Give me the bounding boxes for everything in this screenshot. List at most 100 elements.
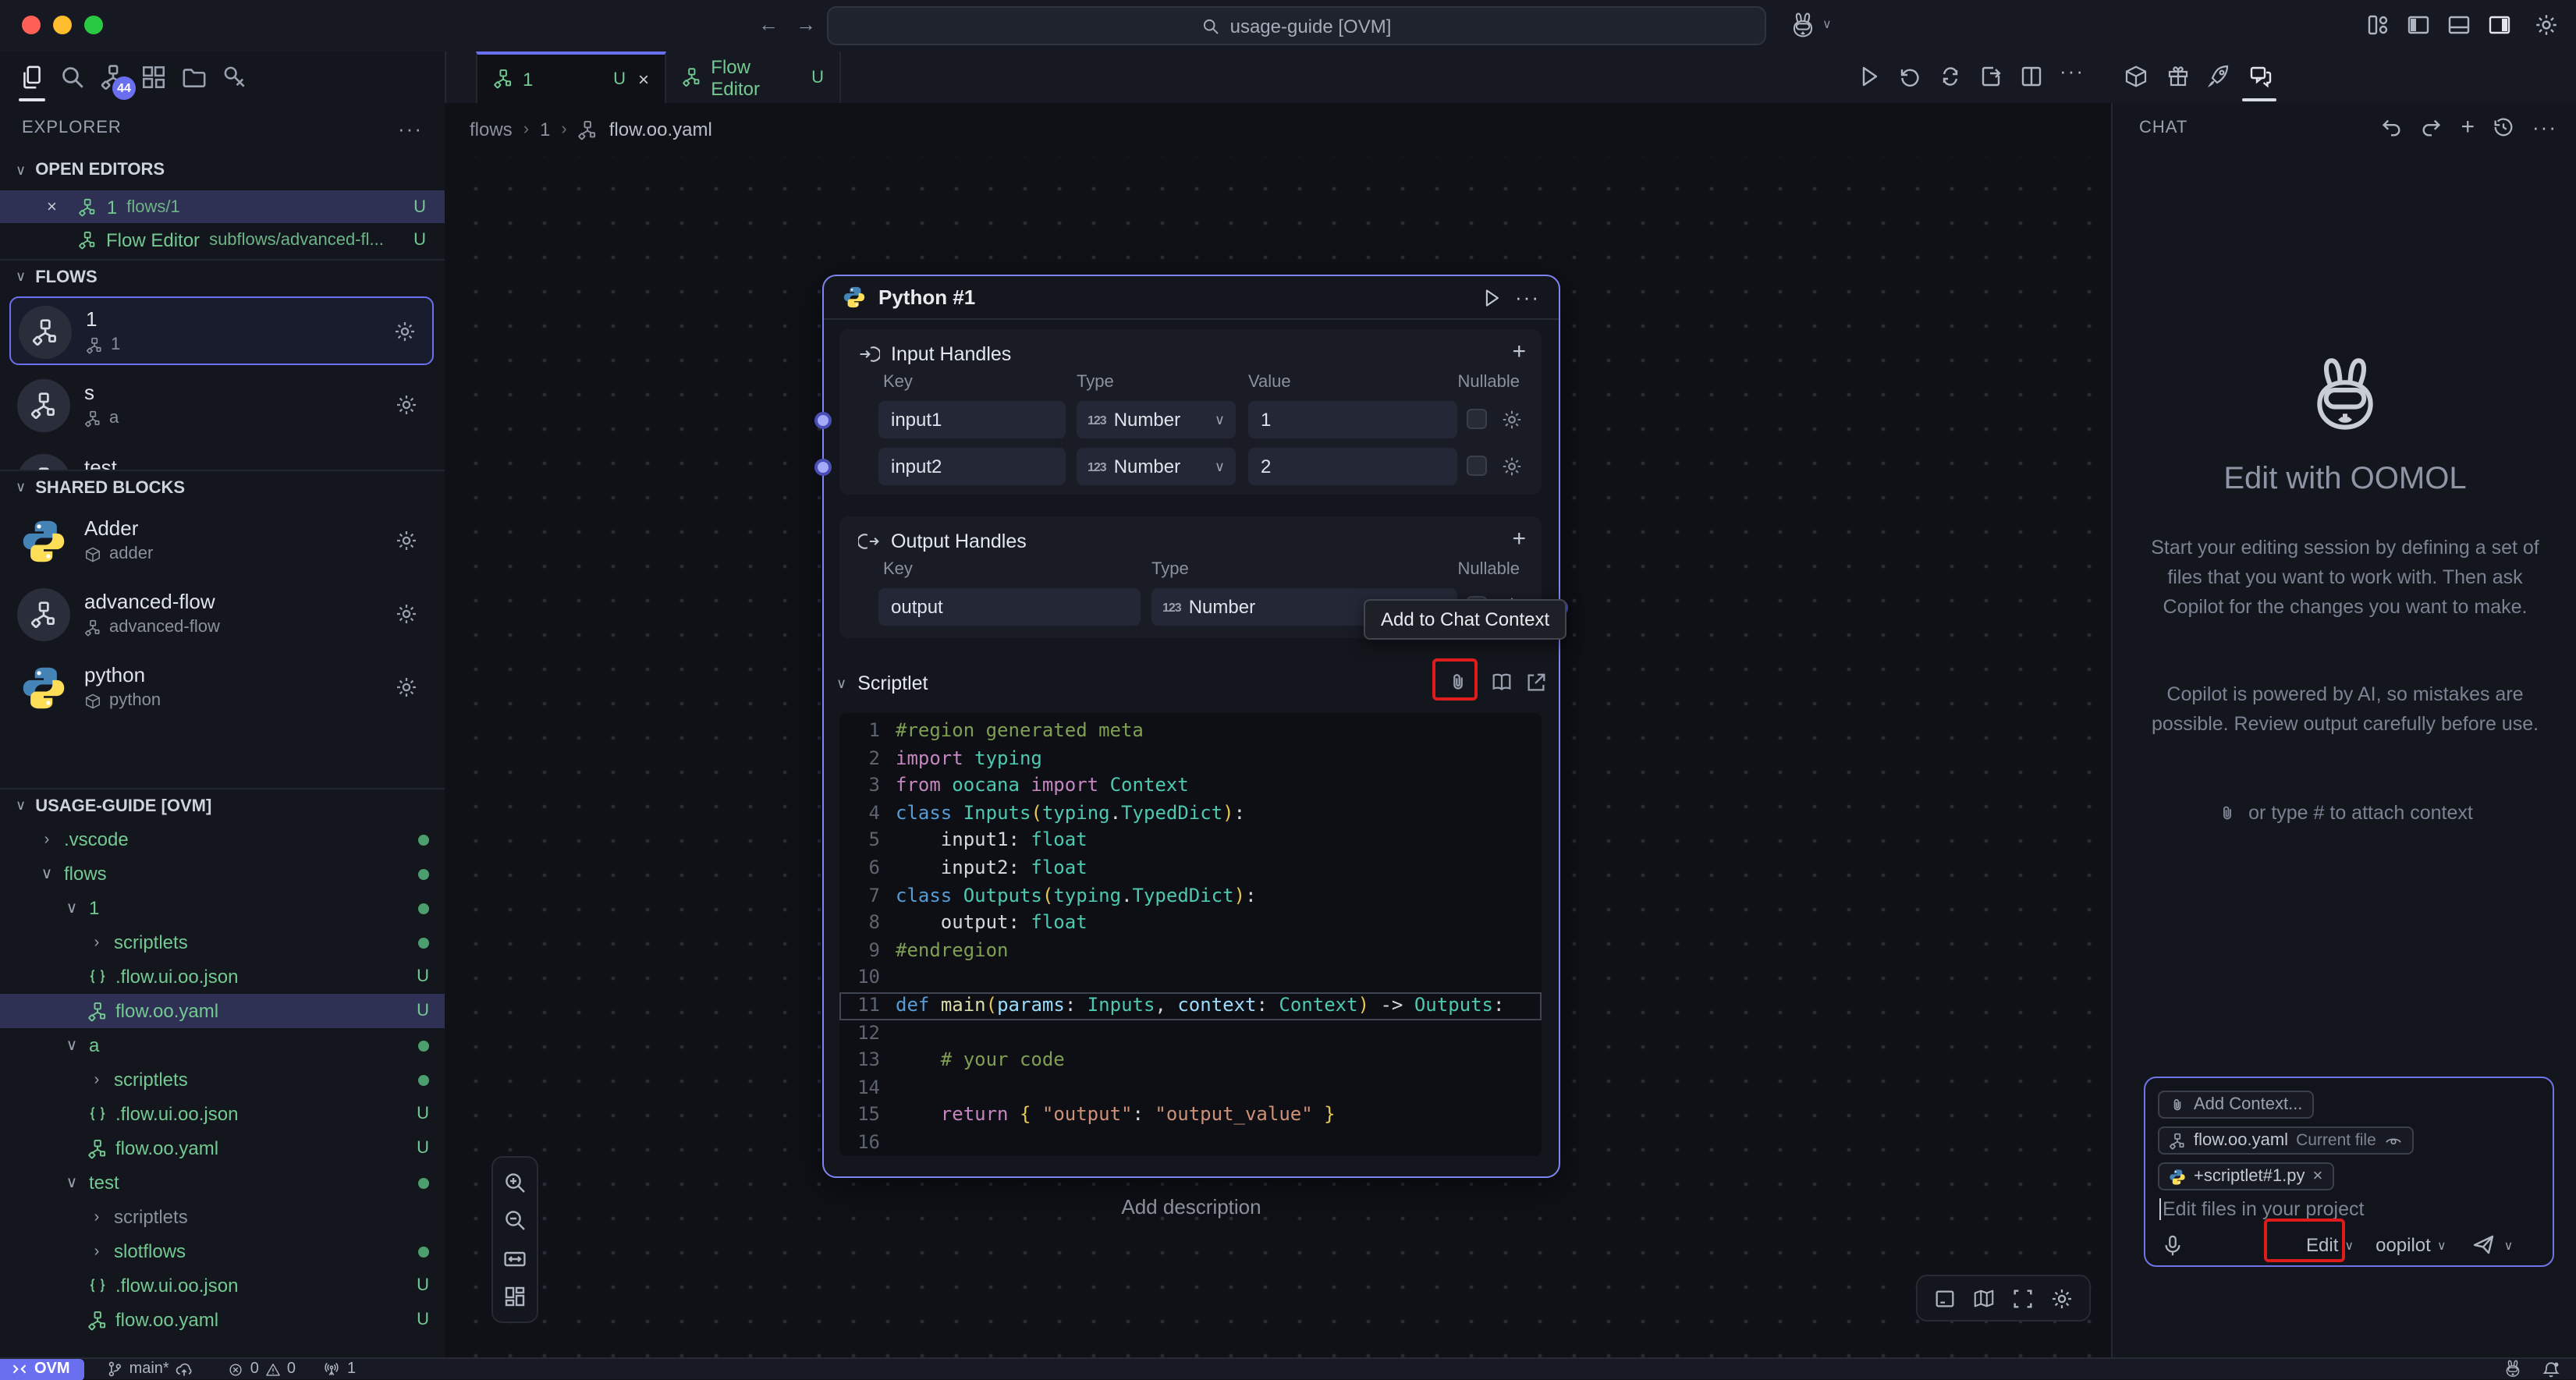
breadcrumb-item[interactable]: 1 bbox=[540, 119, 550, 140]
flow-card-s[interactable]: s a bbox=[9, 371, 434, 440]
tree-item[interactable]: ›scriptlets bbox=[0, 1062, 445, 1097]
flow-canvas[interactable]: flows › 1 › flow.oo.yaml Python #1 ··· I… bbox=[445, 103, 2111, 1357]
input-type-select[interactable]: 123 Number ∨ bbox=[1077, 401, 1236, 438]
open-editor-item[interactable]: × 1 flows/1 U bbox=[0, 190, 445, 223]
flow-card-1[interactable]: 1 1 bbox=[9, 296, 434, 365]
input-key-field[interactable]: input2 bbox=[878, 448, 1066, 485]
git-branch-status[interactable]: main* bbox=[106, 1360, 194, 1378]
close-icon[interactable]: × bbox=[47, 197, 57, 216]
tree-item[interactable]: ∨flows bbox=[0, 857, 445, 891]
tab-close-icon[interactable]: × bbox=[638, 68, 649, 90]
tree-item[interactable]: flow.oo.yamlU bbox=[0, 1303, 445, 1337]
export-icon[interactable] bbox=[1978, 64, 2003, 89]
tree-item[interactable]: flow.oo.yamlU bbox=[0, 1131, 445, 1165]
python-node[interactable]: Python #1 ··· Input Handles + Key Type V… bbox=[822, 275, 1560, 1178]
secrets-view-icon[interactable] bbox=[222, 64, 248, 90]
oomol-rabbit-icon[interactable] bbox=[1788, 11, 1818, 41]
tab-flow-1[interactable]: 1 U × bbox=[476, 51, 666, 103]
output-key-field[interactable]: output bbox=[878, 588, 1141, 626]
gear-icon[interactable] bbox=[395, 602, 418, 626]
window-close-button[interactable] bbox=[22, 16, 41, 34]
remote-indicator[interactable]: OVM bbox=[0, 1358, 84, 1380]
open-external-icon[interactable] bbox=[1524, 671, 1548, 694]
gear-icon[interactable] bbox=[393, 320, 417, 343]
rabbit-dropdown-chevron[interactable]: ∨ bbox=[1822, 17, 1832, 31]
gift-icon[interactable] bbox=[2166, 64, 2191, 89]
explorer-icon[interactable] bbox=[19, 64, 45, 90]
docs-book-icon[interactable] bbox=[1490, 671, 1513, 694]
zoom-in-icon[interactable] bbox=[502, 1170, 527, 1195]
bell-icon[interactable] bbox=[2542, 1360, 2560, 1378]
minimap-icon[interactable] bbox=[1972, 1286, 1996, 1310]
undo-icon[interactable] bbox=[2379, 115, 2403, 139]
split-editor-icon[interactable] bbox=[2019, 64, 2044, 89]
tree-item[interactable]: .flow.ui.oo.jsonU bbox=[0, 960, 445, 994]
tree-item[interactable]: ∨test bbox=[0, 1165, 445, 1200]
more-actions-icon[interactable]: ··· bbox=[2060, 59, 2085, 83]
package-icon[interactable] bbox=[2124, 64, 2148, 89]
breadcrumb[interactable]: flows › 1 › flow.oo.yaml bbox=[445, 103, 2111, 156]
tab-flow-editor[interactable]: Flow Editor U bbox=[666, 51, 841, 103]
shared-block-advanced-flow[interactable]: advanced-flow advanced-flow bbox=[9, 580, 434, 649]
remove-context-icon[interactable]: × bbox=[2312, 1167, 2322, 1186]
input-value-field[interactable]: 2 bbox=[1248, 448, 1457, 485]
gear-icon[interactable] bbox=[395, 393, 418, 417]
chat-text-input[interactable]: Edit files in your project bbox=[2159, 1198, 2364, 1220]
shared-block-python[interactable]: python python bbox=[9, 654, 434, 722]
input-value-field[interactable]: 1 bbox=[1248, 401, 1457, 438]
settings-gear-icon[interactable] bbox=[2534, 12, 2559, 37]
explorer-more-icon[interactable]: ··· bbox=[398, 116, 423, 140]
tree-item[interactable]: ∨1 bbox=[0, 891, 445, 925]
eye-icon[interactable] bbox=[2384, 1131, 2403, 1150]
gear-icon[interactable] bbox=[2050, 1286, 2074, 1310]
tree-item[interactable]: ›.vscode bbox=[0, 822, 445, 857]
open-editor-item[interactable]: Flow Editor subflows/advanced-fl... U bbox=[0, 223, 445, 256]
input-type-select[interactable]: 123 Number ∨ bbox=[1077, 448, 1236, 485]
gear-icon[interactable] bbox=[395, 529, 418, 552]
tree-item[interactable]: ∨a bbox=[0, 1028, 445, 1062]
command-center-search[interactable]: usage-guide [OVM] bbox=[827, 6, 1766, 45]
window-minimize-button[interactable] bbox=[53, 16, 72, 34]
blocks-view-icon[interactable] bbox=[140, 64, 167, 90]
folder-view-icon[interactable] bbox=[181, 64, 208, 90]
ports-status[interactable]: 1 bbox=[324, 1360, 356, 1378]
chat-input-box[interactable]: Add Context... flow.oo.yaml Current file… bbox=[2144, 1077, 2554, 1267]
cloud-upload-icon[interactable] bbox=[176, 1360, 194, 1378]
run-node-icon[interactable] bbox=[1481, 286, 1503, 308]
rocket-icon[interactable] bbox=[2206, 64, 2231, 89]
toggle-panel-icon[interactable] bbox=[2446, 12, 2471, 37]
shared-block-adder[interactable]: Adder adder bbox=[9, 507, 434, 576]
open-editors-header[interactable]: ∨ OPEN EDITORS bbox=[0, 153, 445, 187]
tree-item[interactable]: ›slotflows bbox=[0, 1234, 445, 1268]
gear-icon[interactable] bbox=[1501, 409, 1523, 431]
context-file-pill[interactable]: flow.oo.yaml Current file bbox=[2158, 1126, 2414, 1155]
mic-icon[interactable] bbox=[2161, 1233, 2184, 1257]
window-zoom-button[interactable] bbox=[84, 16, 103, 34]
fullscreen-icon[interactable] bbox=[2011, 1286, 2035, 1310]
input-key-field[interactable]: input1 bbox=[878, 401, 1066, 438]
input-handle-dot[interactable] bbox=[814, 458, 832, 475]
context-scriptlet-pill[interactable]: +scriptlet#1.py × bbox=[2158, 1162, 2333, 1190]
history-icon[interactable] bbox=[2492, 115, 2515, 139]
add-input-button[interactable]: + bbox=[1512, 339, 1526, 365]
search-view-icon[interactable] bbox=[59, 64, 86, 90]
send-options-chevron[interactable]: ∨ bbox=[2504, 1238, 2514, 1252]
sync-icon[interactable] bbox=[1938, 64, 1963, 89]
redo-icon[interactable] bbox=[2420, 115, 2443, 139]
flow-card-test[interactable]: test bbox=[9, 446, 434, 470]
tree-item[interactable]: .flow.ui.oo.jsonU bbox=[0, 1268, 445, 1303]
nullable-checkbox[interactable] bbox=[1467, 456, 1487, 476]
gear-icon[interactable] bbox=[1501, 456, 1523, 477]
shared-blocks-header[interactable]: ∨ SHARED BLOCKS bbox=[0, 470, 445, 504]
scriptlet-code-editor[interactable]: 1#region generated meta2import typing3fr… bbox=[839, 713, 1542, 1156]
add-output-button[interactable]: + bbox=[1512, 526, 1526, 552]
scriptlet-section-header[interactable]: ∨ Scriptlet bbox=[836, 663, 928, 704]
send-icon[interactable] bbox=[2471, 1233, 2496, 1258]
tree-item[interactable]: flow.oo.yamlU bbox=[0, 994, 445, 1028]
nav-back-button[interactable]: ← bbox=[758, 12, 779, 36]
problems-status[interactable]: 0 0 bbox=[229, 1360, 296, 1378]
chat-more-icon[interactable]: ··· bbox=[2532, 115, 2557, 139]
nullable-checkbox[interactable] bbox=[1467, 409, 1487, 429]
project-section-header[interactable]: ∨ USAGE-GUIDE [OVM] bbox=[0, 788, 445, 822]
gear-icon[interactable] bbox=[395, 676, 418, 699]
